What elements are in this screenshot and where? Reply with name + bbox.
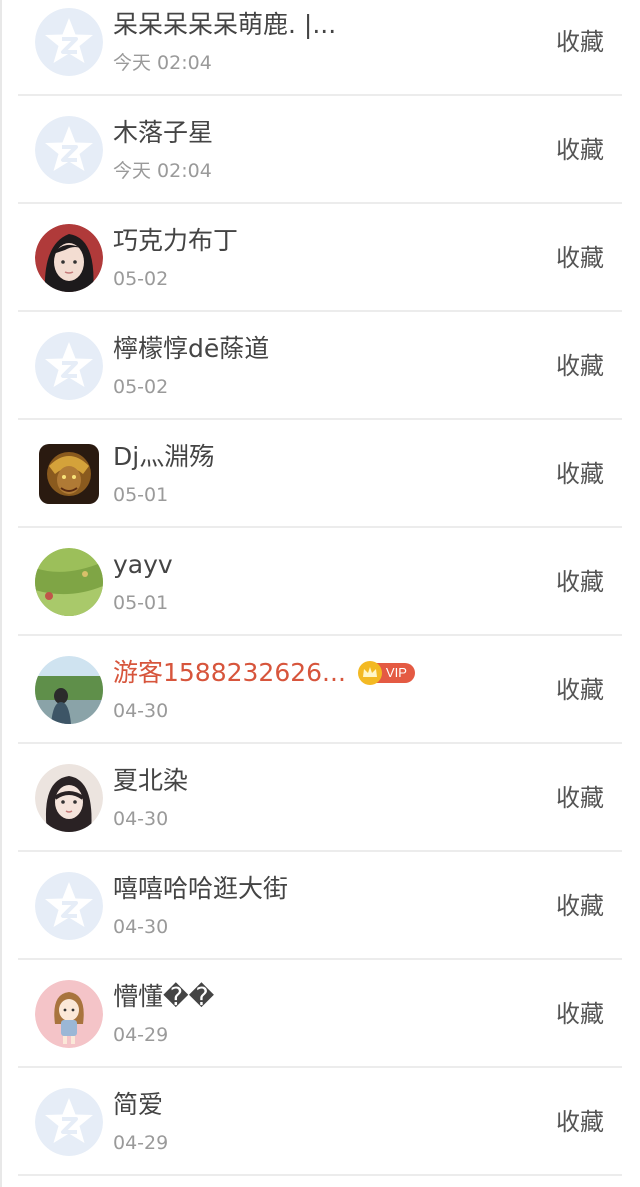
- favorite-button[interactable]: 收藏: [556, 998, 604, 1030]
- favorite-button[interactable]: 收藏: [556, 566, 604, 598]
- visitor-name[interactable]: 巧克力布丁: [113, 223, 238, 259]
- visitor-name[interactable]: 懵懂��: [113, 979, 214, 1015]
- list-item[interactable]: 檸檬惇dē蒢道 05-02 收藏: [18, 312, 622, 420]
- visit-time: 05-02: [113, 268, 169, 290]
- visitor-name[interactable]: 嘻嘻哈哈逛大街: [113, 871, 288, 907]
- visitor-name[interactable]: 木落子星: [113, 115, 213, 151]
- game-hero-avatar[interactable]: [39, 444, 99, 504]
- list-item[interactable]: Dj灬淵殇 05-01 收藏: [18, 420, 622, 528]
- default-avatar-icon[interactable]: [35, 872, 103, 940]
- default-avatar-icon[interactable]: [35, 332, 103, 400]
- visitor-name[interactable]: 夏北染: [113, 763, 188, 799]
- favorite-button[interactable]: 收藏: [556, 242, 604, 274]
- visit-time: 04-30: [113, 700, 169, 722]
- favorite-button[interactable]: 收藏: [556, 458, 604, 490]
- favorite-button[interactable]: 收藏: [556, 890, 604, 922]
- visit-time: 04-29: [113, 1024, 169, 1046]
- list-item[interactable]: 游客1588232626... VIP 04-30 收藏: [18, 636, 622, 744]
- list-item[interactable]: 简爱 04-29 收藏: [18, 1068, 622, 1176]
- landscape-person-avatar[interactable]: [35, 656, 103, 724]
- list-item[interactable]: 巧克力布丁 05-02 收藏: [18, 204, 622, 312]
- default-avatar-icon[interactable]: [35, 8, 103, 76]
- list-item[interactable]: yayv 05-01 收藏: [18, 528, 622, 636]
- visitor-name[interactable]: 呆呆呆呆呆萌鹿. |...: [113, 7, 336, 43]
- visit-time: 今天 02:04: [113, 52, 212, 74]
- girl-selfie-avatar[interactable]: [35, 764, 103, 832]
- crown-icon: [357, 661, 382, 685]
- visitor-name[interactable]: yayv: [113, 547, 173, 583]
- list-item[interactable]: 夏北染 04-30 收藏: [18, 744, 622, 852]
- visitor-list-page: 呆呆呆呆呆萌鹿. |... 今天 02:04 收藏 木落子星 今天 02:04 …: [0, 0, 640, 1187]
- green-field-avatar[interactable]: [35, 548, 103, 616]
- vip-badge: VIP: [357, 661, 415, 685]
- visitor-name[interactable]: 游客1588232626...: [113, 655, 346, 691]
- favorite-button[interactable]: 收藏: [556, 1106, 604, 1138]
- favorite-button[interactable]: 收藏: [556, 134, 604, 166]
- default-avatar-icon[interactable]: [35, 116, 103, 184]
- list-item[interactable]: 木落子星 今天 02:04 收藏: [18, 96, 622, 204]
- girl-photo-avatar[interactable]: [35, 224, 103, 292]
- visit-time: 今天 02:04: [113, 160, 212, 182]
- visit-time: 05-02: [113, 376, 169, 398]
- visit-time: 05-01: [113, 592, 169, 614]
- list-item[interactable]: 呆呆呆呆呆萌鹿. |... 今天 02:04 收藏: [18, 0, 622, 96]
- default-avatar-icon[interactable]: [35, 1088, 103, 1156]
- list-item[interactable]: 嘻嘻哈哈逛大街 04-30 收藏: [18, 852, 622, 960]
- visitor-name[interactable]: 简爱: [113, 1087, 163, 1123]
- visit-time: 05-01: [113, 484, 169, 506]
- favorite-button[interactable]: 收藏: [556, 26, 604, 58]
- left-edge-border: [0, 0, 2, 1187]
- favorite-button[interactable]: 收藏: [556, 350, 604, 382]
- visitor-name[interactable]: Dj灬淵殇: [113, 439, 214, 475]
- visitor-name[interactable]: 檸檬惇dē蒢道: [113, 331, 269, 367]
- list-item[interactable]: 懵懂�� 04-29 收藏: [18, 960, 622, 1068]
- cartoon-girl-avatar[interactable]: [35, 980, 103, 1048]
- favorite-button[interactable]: 收藏: [556, 674, 604, 706]
- favorite-button[interactable]: 收藏: [556, 782, 604, 814]
- visitor-list: 呆呆呆呆呆萌鹿. |... 今天 02:04 收藏 木落子星 今天 02:04 …: [18, 0, 622, 1176]
- visit-time: 04-30: [113, 916, 169, 938]
- visit-time: 04-29: [113, 1132, 169, 1154]
- visit-time: 04-30: [113, 808, 169, 830]
